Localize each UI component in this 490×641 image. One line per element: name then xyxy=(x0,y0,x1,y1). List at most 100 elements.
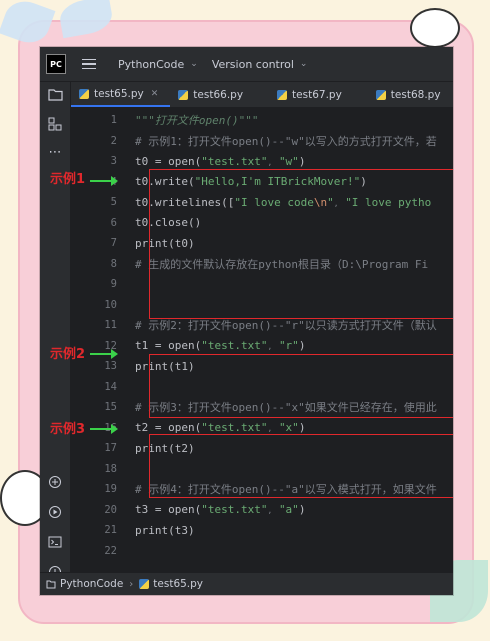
code-line[interactable]: 21 print(t3) xyxy=(71,520,453,541)
code-text: t0.close() xyxy=(135,216,202,230)
ide-window: PC PythonCode ⌄ Version control ⌄ ⋯ test… xyxy=(40,47,453,595)
code-text: print(t1) xyxy=(135,359,195,373)
code-text: print(t0) xyxy=(135,236,195,250)
code-text: t0.write("Hello,I'm ITBrickMover!") xyxy=(135,175,367,189)
line-number[interactable]: 7 xyxy=(71,237,135,249)
structure-icon[interactable] xyxy=(47,116,63,132)
code-line[interactable]: 22 xyxy=(71,541,453,562)
line-number[interactable]: 13 xyxy=(71,360,135,372)
code-line[interactable]: 8 # 生成的文件默认存放在python根目录（D:\Program Fi xyxy=(71,254,453,275)
close-icon[interactable]: ✕ xyxy=(151,89,159,99)
code-line[interactable]: 16t2 = open("test.txt", "x") xyxy=(71,418,453,439)
project-menu-button[interactable]: PythonCode ⌄ xyxy=(118,58,198,71)
breadcrumb-project-label: PythonCode xyxy=(60,578,124,590)
line-number[interactable]: 6 xyxy=(71,217,135,229)
project-menu-label: PythonCode xyxy=(118,57,185,71)
breadcrumb-project[interactable]: PythonCode xyxy=(46,578,123,590)
annotation-arrow-icon xyxy=(90,176,118,186)
code-text: print(t3) xyxy=(135,523,195,537)
line-number[interactable]: 15 xyxy=(71,401,135,413)
code-line[interactable]: 6 t0.close() xyxy=(71,213,453,234)
line-number[interactable]: 19 xyxy=(71,483,135,495)
vcs-menu-label: Version control xyxy=(211,57,294,71)
pycharm-logo-icon[interactable]: PC xyxy=(46,54,66,74)
tab-label: test65.py xyxy=(94,88,144,100)
code-line[interactable]: 9 xyxy=(71,274,453,295)
annotation-label-example1: 示例1 xyxy=(50,172,86,187)
code-line[interactable]: 1 """打开文件open()""" xyxy=(71,110,453,131)
tab-label: test66.py xyxy=(193,89,244,101)
annotation-arrow-icon xyxy=(90,349,118,359)
editor-tabs: test65.py ✕ test66.py test67.py test68.p… xyxy=(71,82,453,108)
line-number[interactable]: 1 xyxy=(71,114,135,126)
annotation-label-example3: 示例3 xyxy=(50,422,86,437)
main-menu-icon[interactable] xyxy=(82,58,96,70)
line-number[interactable]: 8 xyxy=(71,258,135,270)
tab-label: test67.py xyxy=(292,89,342,101)
tab-label: test68.py xyxy=(390,89,441,101)
code-text: # 示例1：打开文件open()--"w"以写入的方式打开文件，若 xyxy=(135,134,437,148)
tab-test66[interactable]: test66.py xyxy=(170,83,255,107)
code-line[interactable]: 4t0.write("Hello,I'm ITBrickMover!") xyxy=(71,172,453,193)
status-bar: PythonCode › test65.py xyxy=(40,572,453,595)
code-line[interactable]: 13 print(t1) xyxy=(71,356,453,377)
line-number[interactable]: 17 xyxy=(71,442,135,454)
code-text: # 示例2：打开文件open()--"r"以只读方式打开文件（默认 xyxy=(135,319,437,333)
tab-test67[interactable]: test67.py xyxy=(269,83,354,107)
tool-window-strip: ⋯ xyxy=(40,82,71,578)
line-number[interactable]: 11 xyxy=(71,319,135,331)
python-file-icon xyxy=(277,90,288,100)
line-number[interactable]: 20 xyxy=(71,504,135,516)
code-text: # 示例3：打开文件open()--"x"如果文件已经存在，使用此 xyxy=(135,401,437,415)
code-text: # 示例4：打开文件open()--"a"以写入模式打开，如果文件 xyxy=(135,483,437,497)
folder-icon[interactable] xyxy=(47,86,63,102)
tab-test68[interactable]: test68.py xyxy=(368,83,453,107)
line-number[interactable]: 5 xyxy=(71,196,135,208)
line-number[interactable]: 18 xyxy=(71,463,135,475)
chevron-right-icon: › xyxy=(129,578,134,590)
python-file-icon xyxy=(79,89,89,99)
breadcrumb-file[interactable]: test65.py xyxy=(139,578,203,590)
python-file-icon xyxy=(375,90,386,100)
line-number[interactable]: 21 xyxy=(71,524,135,536)
line-number[interactable]: 22 xyxy=(71,545,135,557)
python-packages-icon[interactable] xyxy=(47,474,63,490)
code-text: t2 = open("test.txt", "x") xyxy=(135,421,306,435)
line-number[interactable]: 14 xyxy=(71,381,135,393)
code-line[interactable]: 12 t1 = open("test.txt", "r") xyxy=(71,336,453,357)
code-line[interactable]: 20 t3 = open("test.txt", "a") xyxy=(71,500,453,521)
code-text: t0 = open("test.txt", "w") xyxy=(135,154,306,168)
cloud-decoration xyxy=(410,8,460,48)
code-line[interactable]: 18 xyxy=(71,459,453,480)
python-file-icon xyxy=(139,579,150,589)
line-number[interactable]: 10 xyxy=(71,299,135,311)
line-number[interactable]: 3 xyxy=(71,155,135,167)
code-text: t1 = open("test.txt", "r") xyxy=(135,339,306,353)
line-number[interactable]: 9 xyxy=(71,278,135,290)
code-line[interactable]: 2 # 示例1：打开文件open()--"w"以写入的方式打开文件，若 xyxy=(71,131,453,152)
code-text: t3 = open("test.txt", "a") xyxy=(135,503,306,517)
code-line[interactable]: 17 print(t2) xyxy=(71,438,453,459)
code-text: # 生成的文件默认存放在python根目录（D:\Program Fi xyxy=(135,257,429,271)
code-line[interactable]: 11 # 示例2：打开文件open()--"r"以只读方式打开文件（默认 xyxy=(71,315,453,336)
terminal-icon[interactable] xyxy=(47,534,63,550)
code-area[interactable]: 1 """打开文件open()""" 2 # 示例1：打开文件open()--"w"以… xyxy=(71,108,453,573)
title-bar: PC PythonCode ⌄ Version control ⌄ xyxy=(40,47,453,82)
code-line[interactable]: 19 # 示例4：打开文件open()--"a"以写入模式打开，如果文件 xyxy=(71,479,453,500)
code-line[interactable]: 3 t0 = open("test.txt", "w") xyxy=(71,151,453,172)
code-text: t0.writelines(["I love code\n", "I love … xyxy=(135,195,432,209)
code-editor[interactable]: test65.py ✕ test66.py test67.py test68.p… xyxy=(71,82,453,573)
code-line[interactable]: 7 print(t0) xyxy=(71,233,453,254)
code-text: """打开文件open()""" xyxy=(135,114,259,128)
breadcrumb-file-label: test65.py xyxy=(153,578,204,590)
vcs-menu-button[interactable]: Version control ⌄ xyxy=(212,58,308,71)
run-icon[interactable] xyxy=(47,504,63,520)
code-line[interactable]: 15 # 示例3：打开文件open()--"x"如果文件已经存在，使用此 xyxy=(71,397,453,418)
tab-test65[interactable]: test65.py ✕ xyxy=(71,83,171,107)
code-line[interactable]: 10 xyxy=(71,295,453,316)
chevron-down-icon: ⌄ xyxy=(299,59,308,69)
more-icon[interactable]: ⋯ xyxy=(47,144,63,160)
code-line[interactable]: 14 xyxy=(71,377,453,398)
code-line[interactable]: 5 t0.writelines(["I love code\n", "I love… xyxy=(71,192,453,213)
line-number[interactable]: 2 xyxy=(71,135,135,147)
